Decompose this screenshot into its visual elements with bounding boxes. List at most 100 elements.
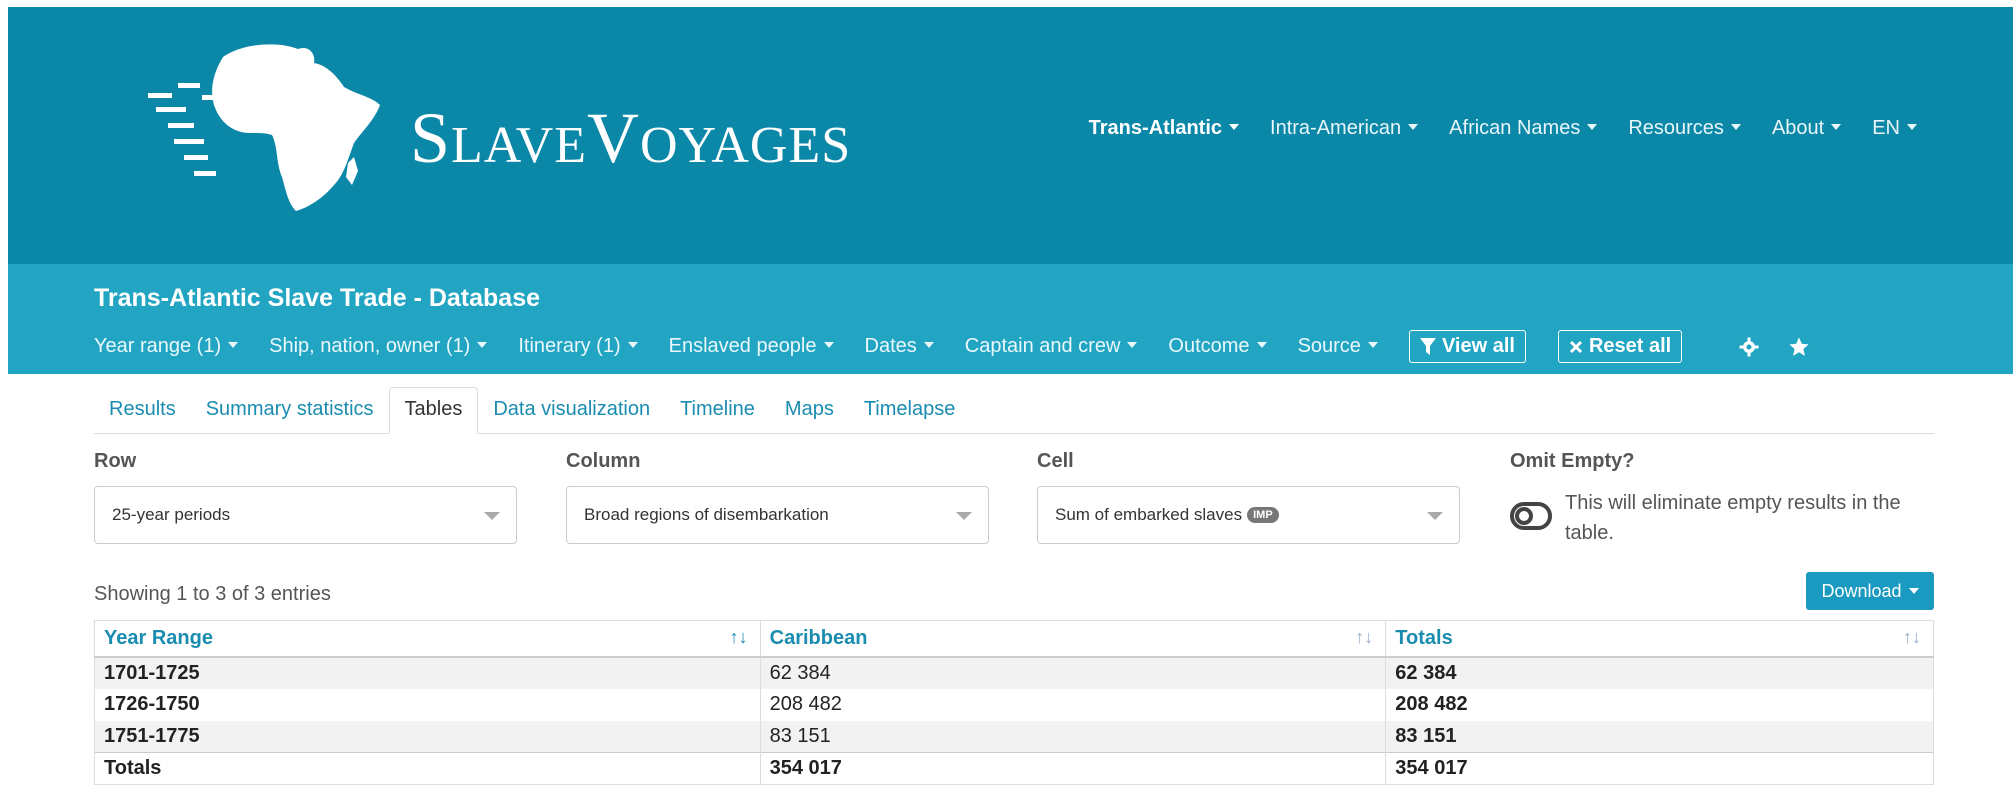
nav-label: Resources [1628, 117, 1724, 139]
reset-all-label: Reset all [1588, 335, 1672, 357]
view-all-label: View all [1441, 335, 1515, 357]
sort-icon: ↑↓ [1903, 627, 1921, 647]
filter-source[interactable]: Source [1298, 335, 1378, 358]
row-select-value: 25-year periods [112, 505, 231, 524]
nav-label: About [1771, 117, 1825, 139]
nav-african-names[interactable]: African Names [1449, 117, 1598, 140]
tab-tables[interactable]: Tables [388, 387, 479, 434]
download-label: Download [1821, 580, 1902, 601]
database-bar: Trans-Atlantic Slave Trade - Database Ye… [8, 264, 2013, 374]
caret-down-icon [1408, 124, 1419, 130]
caret-down-icon [823, 342, 834, 348]
cell-select-value: Sum of embarked slaves [1055, 505, 1243, 524]
filter-captain-crew[interactable]: Captain and crew [965, 335, 1138, 358]
header-label: Year Range [104, 626, 213, 649]
view-all-button[interactable]: View all [1408, 330, 1526, 363]
nav-label: African Names [1449, 117, 1581, 139]
column-select-value: Broad regions of disembarkation [584, 505, 829, 524]
column-select[interactable]: Broad regions of disembarkation [566, 486, 989, 544]
filter-label: Ship, nation, owner (1) [269, 335, 471, 357]
caret-down-icon [1367, 342, 1378, 348]
table-row: 1751-1775 83 151 83 151 [94, 720, 1934, 753]
tab-timelapse[interactable]: Timelapse [849, 388, 971, 433]
filter-dates[interactable]: Dates [865, 335, 934, 358]
column-header-year-range[interactable]: Year Range ↑↓ [94, 620, 761, 658]
filter-label: Itinerary (1) [518, 335, 621, 357]
filter-icon [1419, 337, 1436, 355]
chevron-down-icon [484, 512, 500, 520]
caret-down-icon [1907, 124, 1917, 130]
page-title: Trans-Atlantic Slave Trade - Database [94, 284, 541, 312]
main-nav: Trans-Atlantic Intra-American African Na… [1058, 117, 1917, 140]
table-totals-row: Totals 354 017 354 017 [94, 752, 1934, 785]
table-cell: 1701-1725 [94, 656, 761, 689]
row-label: Row [94, 450, 137, 472]
site-logo-text[interactable]: SLAVEVOYAGES [410, 97, 851, 178]
table-cell: 62 384 [759, 656, 1387, 689]
filter-enslaved-people[interactable]: Enslaved people [669, 335, 834, 358]
caret-down-icon [228, 342, 239, 348]
sort-icon: ↑↓ [1355, 627, 1374, 647]
filter-label: Outcome [1168, 335, 1250, 357]
nav-resources[interactable]: Resources [1628, 117, 1741, 140]
table-cell: 83 151 [759, 720, 1387, 753]
nav-label: Intra-American [1270, 117, 1402, 139]
caret-down-icon [477, 342, 488, 348]
tab-summary-statistics[interactable]: Summary statistics [191, 388, 389, 433]
column-header-caribbean[interactable]: Caribbean ↑↓ [759, 620, 1387, 658]
nav-about[interactable]: About [1771, 117, 1842, 140]
header-label: Caribbean [769, 626, 868, 649]
table-cell: 354 017 [759, 752, 1387, 785]
filter-ship-nation-owner[interactable]: Ship, nation, owner (1) [269, 335, 488, 358]
toggle-knob [1515, 507, 1533, 525]
filter-label: Enslaved people [668, 335, 817, 357]
caret-down-icon [1831, 124, 1842, 130]
table-cell: 354 017 [1385, 752, 1934, 785]
nav-intra-american[interactable]: Intra-American [1270, 117, 1419, 140]
sort-icon: ↑↓ [729, 627, 748, 647]
filter-outcome[interactable]: Outcome [1168, 335, 1267, 358]
nav-language[interactable]: EN [1872, 117, 1917, 140]
table-cell: 208 482 [759, 688, 1387, 721]
cell-select[interactable]: Sum of embarked slaves IMP [1037, 486, 1460, 544]
column-header-totals[interactable]: Totals ↑↓ [1385, 620, 1934, 658]
caret-down-icon [627, 342, 638, 348]
nav-label: EN [1872, 117, 1900, 139]
filter-label: Captain and crew [964, 335, 1121, 357]
cell-label: Cell [1037, 450, 1074, 472]
tab-maps[interactable]: Maps [770, 388, 849, 433]
site-header: SLAVEVOYAGES Trans-Atlantic Intra-Americ… [8, 7, 2013, 264]
table-header-row: Year Range ↑↓ Caribbean ↑↓ Totals ↑↓ [94, 620, 1934, 658]
africa-logo-icon[interactable] [148, 35, 398, 220]
results-table: Year Range ↑↓ Caribbean ↑↓ Totals ↑↓ 1701-1… [94, 620, 1934, 785]
download-button[interactable]: Download [1806, 572, 1934, 610]
row-select[interactable]: 25-year periods [94, 486, 517, 544]
tab-timeline[interactable]: Timeline [665, 388, 770, 433]
filter-label: Dates [864, 335, 917, 357]
star-icon[interactable] [1784, 332, 1814, 362]
tab-results[interactable]: Results [94, 388, 191, 433]
table-cell: Totals [94, 752, 761, 785]
gear-icon[interactable] [1734, 332, 1764, 362]
filter-year-range[interactable]: Year range (1) [94, 335, 239, 358]
column-label: Column [566, 450, 641, 472]
chevron-down-icon [1427, 512, 1443, 520]
filter-itinerary[interactable]: Itinerary (1) [518, 335, 638, 358]
nav-trans-atlantic[interactable]: Trans-Atlantic [1089, 117, 1240, 140]
brand-first-cap: S [410, 98, 452, 178]
view-tabs: Results Summary statistics Tables Data v… [94, 387, 1934, 434]
table-cell: 1726-1750 [94, 688, 761, 721]
close-icon [1569, 340, 1583, 353]
brand-first-rest: LAVE [451, 117, 587, 174]
chevron-down-icon [956, 512, 972, 520]
reset-all-button[interactable]: Reset all [1557, 330, 1683, 363]
tab-data-visualization[interactable]: Data visualization [478, 388, 665, 433]
caret-down-icon [1730, 124, 1741, 130]
omit-empty-description: This will eliminate empty results in the… [1565, 492, 1901, 544]
entries-info: Showing 1 to 3 of 3 entries [94, 583, 331, 605]
omit-empty-label: Omit Empty? [1510, 450, 1635, 472]
omit-empty-toggle[interactable] [1510, 502, 1552, 530]
caret-down-icon [1229, 124, 1240, 130]
table-row: 1701-1725 62 384 62 384 [94, 656, 1934, 689]
filter-menu: Year range (1) Ship, nation, owner (1) I… [94, 330, 1814, 363]
